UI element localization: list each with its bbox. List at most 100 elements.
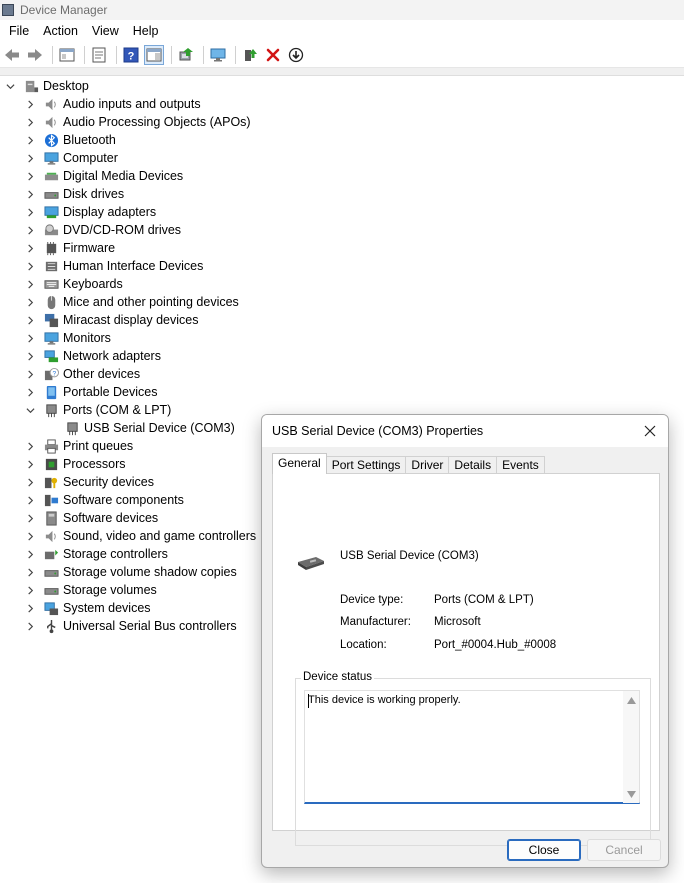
chevron-right-icon[interactable] bbox=[25, 333, 35, 343]
chevron-right-icon[interactable] bbox=[25, 531, 35, 541]
download-button[interactable] bbox=[286, 45, 306, 65]
manufacturer-value: Microsoft bbox=[434, 616, 481, 628]
toolbar-separator bbox=[235, 45, 236, 64]
close-button[interactable]: Close bbox=[507, 839, 581, 861]
back-button[interactable] bbox=[2, 45, 22, 65]
chevron-right-icon[interactable] bbox=[25, 387, 35, 397]
tree-category-item[interactable]: Network adapters bbox=[0, 347, 684, 365]
chevron-right-icon[interactable] bbox=[25, 567, 35, 577]
chevron-right-icon[interactable] bbox=[25, 441, 35, 451]
chevron-right-icon[interactable] bbox=[25, 297, 35, 307]
tree-category-item[interactable]: DVD/CD-ROM drives bbox=[0, 221, 684, 239]
tree-item-label: Audio Processing Objects (APOs) bbox=[63, 115, 251, 129]
chevron-right-icon[interactable] bbox=[25, 495, 35, 505]
device-status-textbox[interactable]: This device is working properly. bbox=[304, 690, 640, 804]
download-icon bbox=[288, 47, 304, 62]
speaker-icon bbox=[43, 528, 59, 544]
chevron-right-icon[interactable] bbox=[25, 261, 35, 271]
tree-category-item[interactable]: Audio inputs and outputs bbox=[0, 95, 684, 113]
miracast-icon bbox=[43, 312, 59, 328]
menu-file[interactable]: File bbox=[2, 20, 36, 42]
forward-button[interactable] bbox=[25, 45, 45, 65]
chevron-right-icon[interactable] bbox=[25, 189, 35, 199]
chevron-right-icon[interactable] bbox=[25, 603, 35, 613]
chevron-right-icon[interactable] bbox=[25, 369, 35, 379]
hid-icon bbox=[43, 258, 59, 274]
chevron-right-icon[interactable] bbox=[25, 513, 35, 523]
scan-hardware-button[interactable] bbox=[208, 45, 228, 65]
scroll-down-icon[interactable] bbox=[626, 789, 636, 799]
cancel-button[interactable]: Cancel bbox=[587, 839, 661, 861]
menu-view[interactable]: View bbox=[85, 20, 126, 42]
show-hide-action-pane-button[interactable] bbox=[144, 44, 164, 65]
system-device-icon bbox=[43, 600, 59, 616]
chevron-right-icon[interactable] bbox=[25, 171, 35, 181]
tree-category-item[interactable]: Monitors bbox=[0, 329, 684, 347]
chevron-right-icon[interactable] bbox=[25, 207, 35, 217]
tree-item-label: Universal Serial Bus controllers bbox=[63, 619, 237, 633]
tree-category-item[interactable]: Audio Processing Objects (APOs) bbox=[0, 113, 684, 131]
menu-action[interactable]: Action bbox=[36, 20, 85, 42]
tree-item-label: Sound, video and game controllers bbox=[63, 529, 257, 543]
menu-help[interactable]: Help bbox=[126, 20, 166, 42]
scroll-up-icon[interactable] bbox=[626, 695, 636, 705]
tree-category-item[interactable]: Mice and other pointing devices bbox=[0, 293, 684, 311]
chevron-down-icon[interactable] bbox=[5, 81, 15, 91]
chevron-right-icon[interactable] bbox=[25, 459, 35, 469]
title-bar: Device Manager bbox=[0, 0, 684, 20]
chip-icon bbox=[43, 240, 59, 256]
chevron-right-icon[interactable] bbox=[25, 243, 35, 253]
chevron-right-icon[interactable] bbox=[25, 585, 35, 595]
tree-category-item[interactable]: Firmware bbox=[0, 239, 684, 257]
show-hide-console-tree-button[interactable] bbox=[57, 45, 77, 65]
chevron-right-icon[interactable] bbox=[25, 621, 35, 631]
tree-item-label: Storage volumes bbox=[63, 583, 157, 597]
tab-details[interactable]: Details bbox=[448, 456, 498, 474]
tree-category-item[interactable]: Digital Media Devices bbox=[0, 167, 684, 185]
keyboard-icon bbox=[43, 276, 59, 292]
tree-item-label: Keyboards bbox=[63, 277, 123, 291]
enable-device-button[interactable] bbox=[240, 45, 260, 65]
tree-item-label: Computer bbox=[63, 151, 118, 165]
chevron-right-icon[interactable] bbox=[25, 135, 35, 145]
chevron-right-icon[interactable] bbox=[25, 225, 35, 235]
tab-events[interactable]: Events bbox=[496, 456, 545, 474]
tree-category-item[interactable]: Computer bbox=[0, 149, 684, 167]
chevron-right-icon[interactable] bbox=[25, 477, 35, 487]
update-driver-button[interactable] bbox=[176, 45, 196, 65]
uninstall-device-button[interactable] bbox=[263, 45, 283, 65]
chevron-right-icon[interactable] bbox=[25, 279, 35, 289]
chevron-right-icon[interactable] bbox=[25, 315, 35, 325]
chevron-right-icon[interactable] bbox=[25, 117, 35, 127]
chevron-right-icon[interactable] bbox=[25, 153, 35, 163]
toolbar-separator bbox=[116, 45, 117, 64]
bluetooth-icon bbox=[43, 132, 59, 148]
tree-category-item[interactable]: Display adapters bbox=[0, 203, 684, 221]
status-scrollbar[interactable] bbox=[623, 691, 639, 803]
tree-category-item[interactable]: Portable Devices bbox=[0, 383, 684, 401]
tab-general[interactable]: General bbox=[272, 453, 327, 474]
chevron-right-icon[interactable] bbox=[25, 549, 35, 559]
back-icon bbox=[5, 48, 19, 61]
tree-category-item[interactable]: Keyboards bbox=[0, 275, 684, 293]
tab-driver[interactable]: Driver bbox=[405, 456, 450, 474]
chevron-right-icon[interactable] bbox=[25, 351, 35, 361]
optical-drive-icon bbox=[43, 222, 59, 238]
tree-root-desktop[interactable]: Desktop bbox=[0, 77, 684, 95]
tab-port-settings[interactable]: Port Settings bbox=[325, 456, 407, 474]
chevron-right-icon[interactable] bbox=[25, 99, 35, 109]
tree-category-item[interactable]: ? Other devices bbox=[0, 365, 684, 383]
properties-button[interactable] bbox=[89, 45, 109, 65]
tree-category-item[interactable]: Bluetooth bbox=[0, 131, 684, 149]
help-button[interactable]: ? bbox=[121, 45, 141, 65]
tree-category-item[interactable]: Human Interface Devices bbox=[0, 257, 684, 275]
tree-category-item[interactable]: Disk drives bbox=[0, 185, 684, 203]
chevron-down-icon[interactable] bbox=[25, 405, 35, 415]
tree-category-item[interactable]: Miracast display devices bbox=[0, 311, 684, 329]
dialog-tabs: General Port Settings Driver Details Eve… bbox=[272, 453, 545, 474]
tree-item-label: DVD/CD-ROM drives bbox=[63, 223, 182, 237]
device-type-value: Ports (COM & LPT) bbox=[434, 594, 534, 606]
device-type-label: Device type: bbox=[340, 594, 404, 606]
processor-icon bbox=[43, 456, 59, 472]
dialog-close-button[interactable] bbox=[640, 421, 660, 441]
